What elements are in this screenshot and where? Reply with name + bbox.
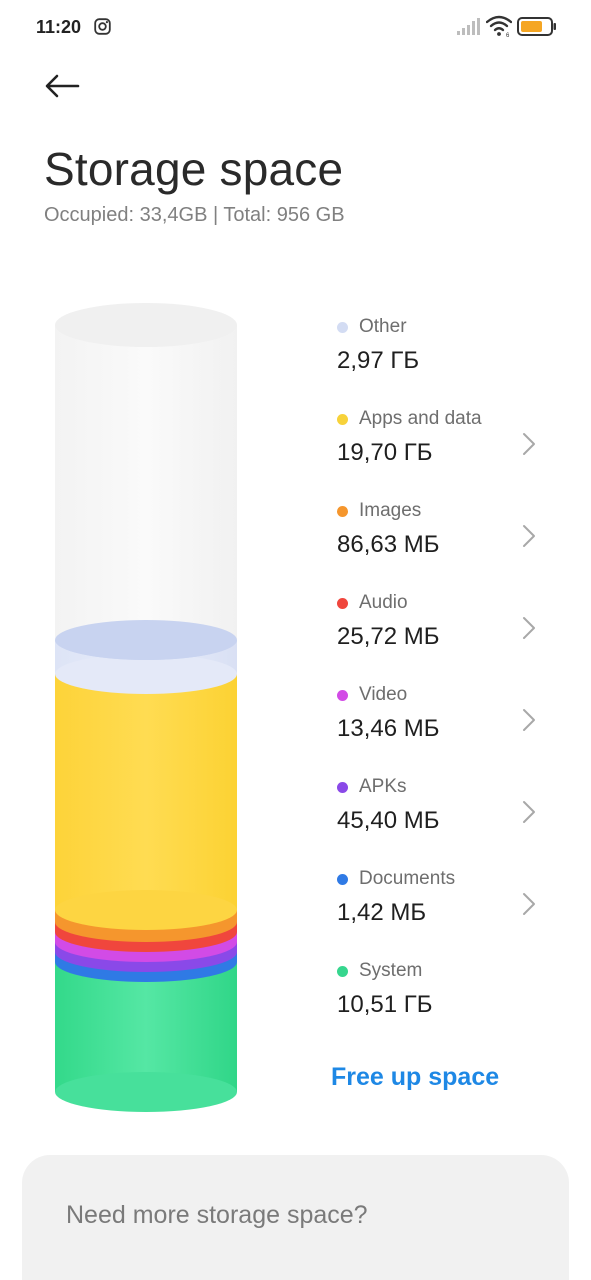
legend-dot-audio	[337, 598, 348, 609]
chevron-right-icon	[522, 708, 536, 737]
legend-item-documents[interactable]: Documents 1,42 МБ	[336, 866, 566, 946]
legend-dot-images	[337, 506, 348, 517]
svg-text:6: 6	[506, 33, 510, 37]
status-bar: 11:20 6	[0, 0, 591, 56]
back-arrow-icon	[44, 74, 80, 103]
battery-icon	[517, 17, 557, 42]
legend-value: 19,70 ГБ	[337, 439, 433, 466]
legend-dot-system	[337, 966, 348, 977]
legend-item-other: Other 2,97 ГБ	[336, 314, 566, 394]
legend-value: 10,51 ГБ	[337, 991, 433, 1018]
legend-label: Documents	[359, 868, 456, 889]
legend-dot-apks	[337, 782, 348, 793]
more-storage-card[interactable]: Need more storage space?	[22, 1155, 569, 1280]
legend-item-video[interactable]: Video 13,46 МБ	[336, 682, 566, 762]
legend-dot-apps	[337, 414, 348, 425]
legend-label: System	[359, 960, 423, 981]
legend-label: Images	[359, 500, 422, 521]
legend-value: 2,97 ГБ	[337, 347, 420, 374]
signal-icon	[456, 18, 480, 41]
legend-label: Audio	[359, 592, 408, 613]
chevron-right-icon	[522, 616, 536, 645]
legend-dot-documents	[337, 874, 348, 885]
legend-label: Other	[359, 316, 407, 337]
page-title: Storage space	[44, 143, 344, 195]
more-storage-title: Need more storage space?	[66, 1201, 368, 1229]
legend-value: 13,46 МБ	[337, 715, 440, 742]
legend-value: 1,42 МБ	[337, 899, 427, 926]
chevron-right-icon	[522, 524, 536, 553]
storage-page: 11:20 6 Storage space Occupied: 33,4GB |…	[0, 0, 591, 1280]
chevron-right-icon	[522, 432, 536, 461]
legend-item-images[interactable]: Images 86,63 МБ	[336, 498, 566, 578]
legend-item-audio[interactable]: Audio 25,72 МБ	[336, 590, 566, 670]
legend-value: 45,40 МБ	[337, 807, 440, 834]
legend-label: Apps and data	[359, 408, 482, 429]
legend-dot-video	[337, 690, 348, 701]
legend-dot-other	[337, 322, 348, 333]
chevron-right-icon	[522, 892, 536, 921]
status-time: 11:20	[36, 17, 82, 37]
legend-item-apks[interactable]: APKs 45,40 МБ	[336, 774, 566, 854]
legend-item-system: System 10,51 ГБ	[336, 958, 566, 1038]
legend-value: 25,72 МБ	[337, 623, 440, 650]
legend-label: APKs	[359, 776, 407, 797]
legend-label: Video	[359, 684, 408, 705]
free-up-space-button[interactable]: Free up space	[331, 1063, 499, 1092]
storage-cylinder-chart	[40, 290, 260, 1135]
wifi-icon: 6	[485, 15, 513, 42]
legend-item-apps-and-data[interactable]: Apps and data 19,70 ГБ	[336, 406, 566, 486]
storage-summary: Occupied: 33,4GB | Total: 956 GB	[44, 204, 345, 226]
chevron-right-icon	[522, 800, 536, 829]
legend-value: 86,63 МБ	[337, 531, 440, 558]
instagram-icon	[94, 18, 111, 40]
back-button[interactable]	[44, 70, 84, 106]
